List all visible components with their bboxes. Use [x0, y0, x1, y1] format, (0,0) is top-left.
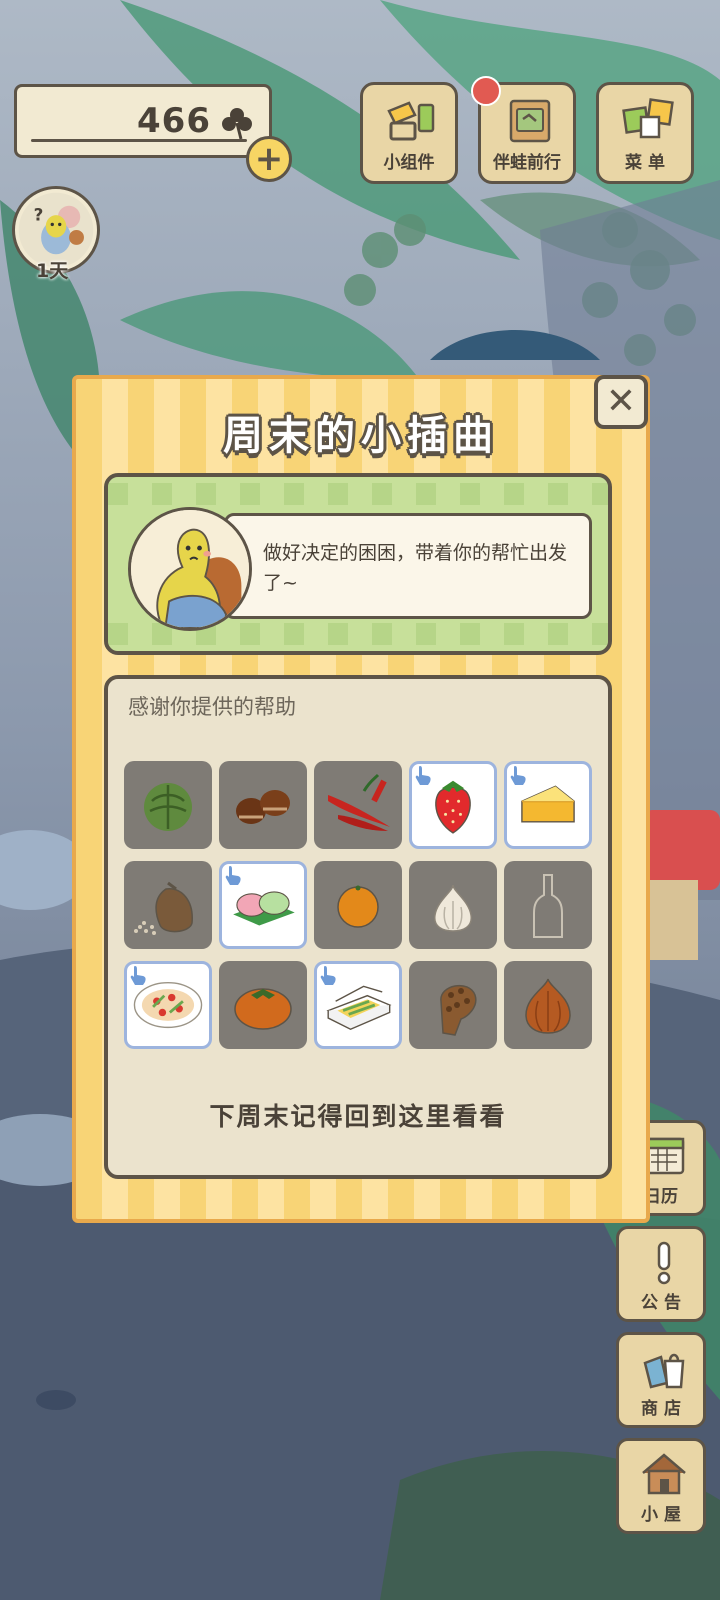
clover-underline [31, 139, 247, 142]
thanks-panel: 感谢你提供的帮助 下周末记得回到这里看看 [104, 675, 612, 1179]
item-grid [124, 761, 592, 1049]
item-slot [504, 861, 592, 949]
orange-icon [337, 885, 379, 928]
item-slot [314, 761, 402, 849]
tap-hand-icon [510, 766, 526, 785]
clover-count: 466 [137, 101, 211, 141]
item-slot[interactable] [124, 961, 212, 1049]
widgets-icon [387, 101, 435, 141]
item-slot [409, 961, 497, 1049]
tap-hand-icon [320, 966, 336, 985]
shop-label: 商 店 [641, 1399, 681, 1419]
footer-text: 下周末记得回到这里看看 [209, 1102, 507, 1131]
tap-hand-icon [415, 766, 431, 785]
house-label: 小 屋 [641, 1505, 681, 1525]
notice-label: 公 告 [641, 1293, 681, 1313]
onion-icon [525, 978, 571, 1034]
plus-icon: + [254, 139, 284, 179]
shop-button[interactable]: 商 店 [616, 1332, 706, 1428]
speech-text: 做好决定的困困，带着你的帮忙出发了~ [263, 542, 568, 594]
chestnuts-icon [236, 790, 290, 824]
item-slot [219, 761, 307, 849]
house-button[interactable]: 小 屋 [616, 1438, 706, 1534]
travel-with-frog-label: 伴蛙前行 [493, 153, 561, 173]
tap-hand-icon [225, 866, 241, 885]
close-icon: ✕ [605, 381, 637, 422]
days-label: 1天 [36, 260, 69, 282]
garlic-icon [434, 884, 472, 932]
clover-counter: 466 [14, 84, 272, 158]
svg-text:?: ? [34, 205, 44, 225]
cabbage-icon [144, 783, 192, 831]
weekend-event-dialog: 周末的小插曲 做好决定的困困，带着你的帮忙出发了~ 感谢你提供的帮助 下周末记得… [72, 375, 650, 1223]
house-icon [642, 1453, 686, 1495]
exclamation-icon [657, 1241, 671, 1285]
item-slot [409, 861, 497, 949]
notice-button[interactable]: 公 告 [616, 1226, 706, 1322]
visitor-avatar [128, 507, 252, 631]
speech-bubble: 做好决定的困困，带着你的帮忙出发了~ [224, 513, 592, 619]
widgets-label: 小组件 [383, 153, 435, 173]
chili-peppers-icon [328, 773, 390, 831]
notification-dot [471, 76, 501, 106]
shopping-bags-icon [643, 1353, 685, 1389]
menu-cards-icon [622, 98, 674, 139]
item-slot[interactable] [409, 761, 497, 849]
item-slot [124, 761, 212, 849]
item-slot[interactable] [504, 761, 592, 849]
item-slot [504, 961, 592, 1049]
item-slot [219, 961, 307, 1049]
close-button[interactable]: ✕ [594, 375, 648, 429]
item-slot [124, 861, 212, 949]
persimmon-icon [234, 988, 292, 1030]
map-book-icon [509, 99, 551, 143]
pinecone-icon [440, 984, 477, 1036]
item-slot [314, 861, 402, 949]
widgets-button[interactable]: 小组件 [360, 82, 458, 184]
add-clover-button[interactable]: + [246, 136, 292, 182]
menu-label: 菜 单 [625, 153, 665, 173]
leaf-pattern-top [108, 483, 608, 505]
clover-icon [222, 108, 252, 140]
tap-hand-icon [130, 966, 146, 985]
rice-sack-icon [134, 881, 193, 935]
caterpillar-icon [131, 510, 249, 628]
item-slot[interactable] [219, 861, 307, 949]
bottle-icon [533, 874, 563, 938]
dialog-title: 周末的小插曲 [223, 413, 499, 459]
speech-panel: 做好决定的困困，带着你的帮忙出发了~ [104, 473, 612, 655]
item-slot[interactable] [314, 961, 402, 1049]
menu-button[interactable]: 菜 单 [596, 82, 694, 184]
thanks-title: 感谢你提供的帮助 [128, 695, 296, 719]
